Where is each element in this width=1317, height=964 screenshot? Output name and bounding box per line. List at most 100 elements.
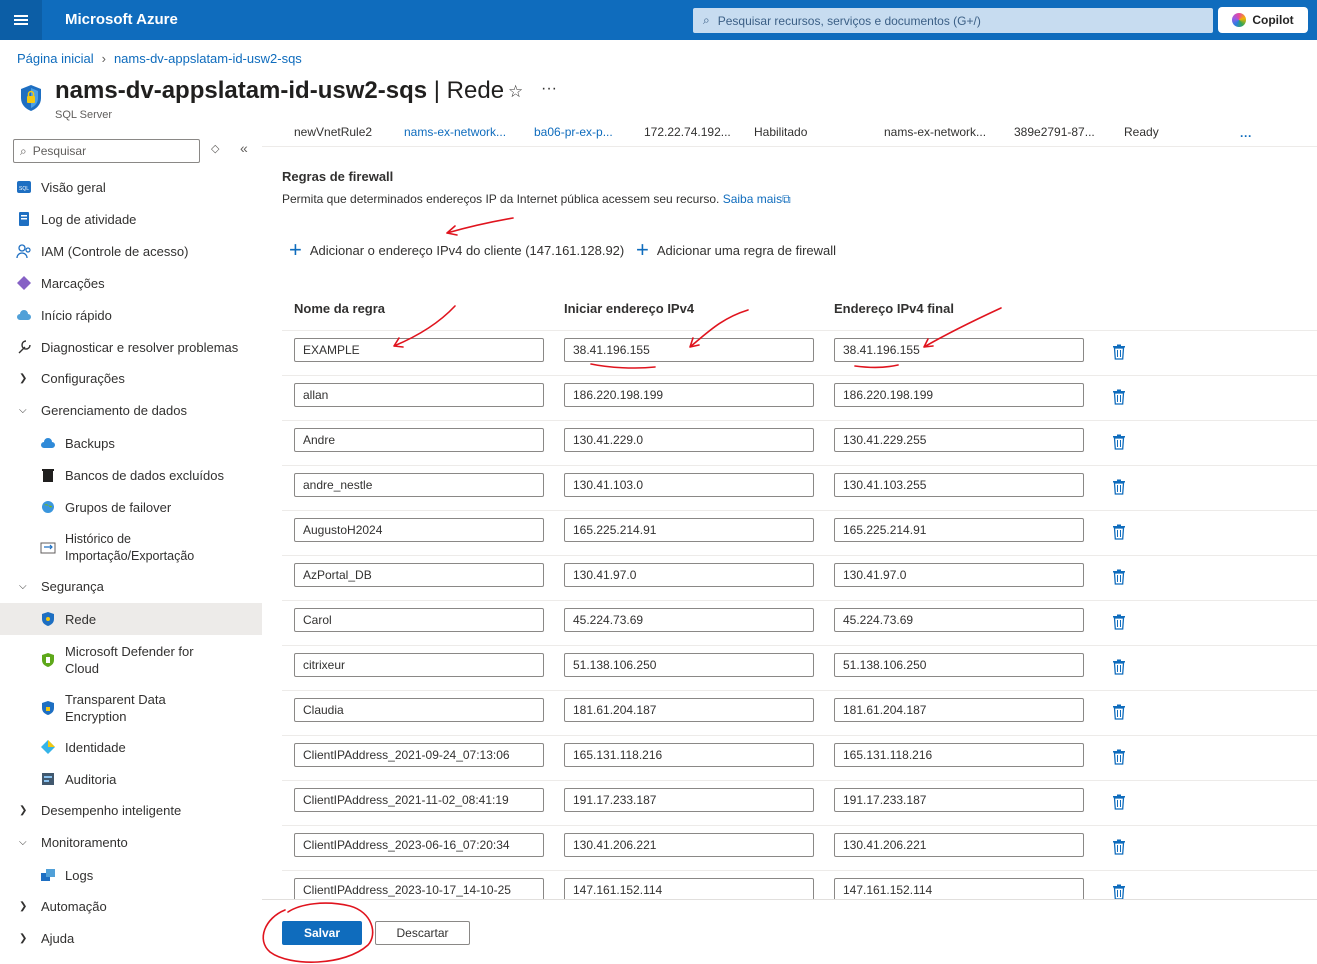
vnet-link[interactable]: nams-ex-network... [404, 125, 506, 139]
delete-icon[interactable] [1112, 839, 1126, 855]
sidebar-item-intelligent-performance[interactable]: ❯ Desempenho inteligente [0, 794, 262, 826]
collapse-icon[interactable]: « [240, 140, 248, 156]
add-client-ip-button[interactable]: + Adicionar o endereço IPv4 do cliente (… [289, 239, 624, 261]
rule-name-input[interactable] [294, 338, 544, 362]
page-title: nams-dv-appslatam-id-usw2-sqs | Rede [55, 77, 504, 105]
delete-icon[interactable] [1112, 479, 1126, 495]
end-ip-input[interactable] [834, 473, 1084, 497]
end-ip-input[interactable] [834, 518, 1084, 542]
brand-title[interactable]: Microsoft Azure [65, 11, 178, 28]
start-ip-input[interactable] [564, 518, 814, 542]
sidebar-item-quickstart[interactable]: Início rápido [0, 299, 262, 331]
start-ip-input[interactable] [564, 428, 814, 452]
end-ip-input[interactable] [834, 338, 1084, 362]
start-ip-input[interactable] [564, 563, 814, 587]
delete-icon[interactable] [1112, 659, 1126, 675]
sidebar-item-deleted-databases[interactable]: Bancos de dados excluídos [0, 459, 262, 491]
sidebar-item-logs[interactable]: Logs [0, 859, 262, 891]
sidebar-item-iam[interactable]: IAM (Controle de acesso) [0, 235, 262, 267]
start-ip-input[interactable] [564, 383, 814, 407]
delete-icon[interactable] [1112, 434, 1126, 450]
delete-icon[interactable] [1112, 884, 1126, 900]
start-ip-input[interactable] [564, 608, 814, 632]
delete-icon[interactable] [1112, 704, 1126, 720]
end-ip-input[interactable] [834, 788, 1084, 812]
copilot-button[interactable]: Copilot [1218, 7, 1308, 33]
sidebar-item-help[interactable]: ❯ Ajuda [0, 922, 262, 954]
discard-button[interactable]: Descartar [375, 921, 470, 945]
end-ip-input[interactable] [834, 428, 1084, 452]
subnet-link[interactable]: ba06-pr-ex-p... [534, 125, 613, 139]
table-row [282, 465, 1317, 510]
sidebar-item-tags[interactable]: Marcações [0, 267, 262, 299]
rule-name-input[interactable] [294, 878, 544, 900]
sidebar-item-automation[interactable]: ❯ Automação [0, 890, 262, 922]
rule-name-input[interactable] [294, 788, 544, 812]
sidebar-search-input[interactable]: ⌕ Pesquisar [13, 139, 200, 163]
table-row [282, 690, 1317, 735]
delete-icon[interactable] [1112, 389, 1126, 405]
end-ip-input[interactable] [834, 698, 1084, 722]
rule-name-input[interactable] [294, 473, 544, 497]
start-ip-input[interactable] [564, 338, 814, 362]
sidebar-item-settings[interactable]: ❯ Configurações [0, 362, 262, 394]
sidebar-item-identity[interactable]: Identidade [0, 731, 262, 763]
end-ip-input[interactable] [834, 383, 1084, 407]
delete-icon[interactable] [1112, 749, 1126, 765]
end-ip-input[interactable] [834, 878, 1084, 900]
breadcrumb-home[interactable]: Página inicial [17, 51, 94, 66]
rule-name-input[interactable] [294, 383, 544, 407]
globe-icon [40, 499, 56, 515]
start-ip-input[interactable] [564, 788, 814, 812]
end-ip-input[interactable] [834, 833, 1084, 857]
rule-name-input[interactable] [294, 653, 544, 677]
sidebar-item-overview[interactable]: SQL Visão geral [0, 171, 262, 203]
end-ip-input[interactable] [834, 563, 1084, 587]
sidebar-item-auditing[interactable]: Auditoria [0, 763, 262, 795]
learn-more-link[interactable]: Saiba mais [723, 192, 782, 206]
rule-name-input[interactable] [294, 698, 544, 722]
sidebar-item-tde[interactable]: Transparent Data Encryption [0, 691, 262, 725]
delete-icon[interactable] [1112, 524, 1126, 540]
rule-name-input[interactable] [294, 518, 544, 542]
delete-icon[interactable] [1112, 794, 1126, 810]
breadcrumb-current[interactable]: nams-dv-appslatam-id-usw2-sqs [114, 51, 302, 66]
sidebar-item-failover-groups[interactable]: Grupos de failover [0, 491, 262, 523]
sidebar-item-defender[interactable]: Microsoft Defender for Cloud [0, 643, 262, 677]
sidebar-item-network[interactable]: Rede [0, 603, 262, 635]
start-ip-input[interactable] [564, 473, 814, 497]
end-ip-input[interactable] [834, 743, 1084, 767]
start-ip-input[interactable] [564, 833, 814, 857]
save-button[interactable]: Salvar [282, 921, 362, 945]
row-more-icon[interactable]: ··· [1240, 129, 1252, 143]
sort-icon[interactable]: ◇ [211, 142, 219, 155]
menu-icon[interactable] [0, 0, 42, 40]
end-ip-input[interactable] [834, 608, 1084, 632]
sidebar-item-monitoring[interactable]: ⌵ Monitoramento [0, 826, 262, 858]
start-ip-input[interactable] [564, 698, 814, 722]
rule-name-input[interactable] [294, 428, 544, 452]
global-search-input[interactable]: ⌕ Pesquisar recursos, serviços e documen… [693, 8, 1213, 33]
add-firewall-rule-button[interactable]: + Adicionar uma regra de firewall [636, 239, 836, 261]
rule-name-input[interactable] [294, 608, 544, 632]
sidebar-item-diagnose[interactable]: Diagnosticar e resolver problemas [0, 331, 262, 363]
chevron-down-icon: ⌵ [19, 404, 27, 416]
end-ip-input[interactable] [834, 653, 1084, 677]
sidebar-item-security[interactable]: ⌵ Segurança [0, 570, 262, 602]
delete-icon[interactable] [1112, 344, 1126, 360]
sidebar-item-activity-log[interactable]: Log de atividade [0, 203, 262, 235]
delete-icon[interactable] [1112, 569, 1126, 585]
delete-icon[interactable] [1112, 614, 1126, 630]
more-icon[interactable]: ··· [541, 80, 557, 98]
start-ip-input[interactable] [564, 878, 814, 900]
star-icon[interactable]: ☆ [508, 82, 523, 102]
rule-name-input[interactable] [294, 563, 544, 587]
start-ip-input[interactable] [564, 653, 814, 677]
rule-name-input[interactable] [294, 743, 544, 767]
sidebar-item-label: Histórico de Importação/Exportação [65, 532, 195, 563]
sidebar-item-backups[interactable]: Backups [0, 427, 262, 459]
start-ip-input[interactable] [564, 743, 814, 767]
sidebar-item-import-export[interactable]: Histórico de Importação/Exportação [0, 531, 262, 565]
sidebar-item-data-management[interactable]: ⌵ Gerenciamento de dados [0, 394, 262, 426]
rule-name-input[interactable] [294, 833, 544, 857]
